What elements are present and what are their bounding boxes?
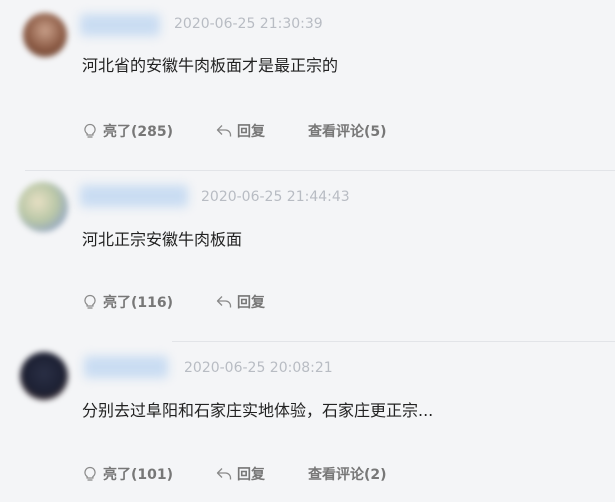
comment-text: 分别去过阜阳和石家庄实地体验，石家庄更正宗... bbox=[82, 401, 434, 420]
reply-arrow-icon bbox=[216, 468, 232, 480]
reply-label: 回复 bbox=[237, 467, 265, 483]
reply-arrow-icon bbox=[216, 296, 232, 308]
like-button[interactable]: 亮了(101) bbox=[81, 464, 173, 484]
reply-button[interactable]: 回复 bbox=[215, 121, 265, 141]
comment-item: 2020-06-25 20:08:21 分别去过阜阳和石家庄实地体验，石家庄更正… bbox=[0, 342, 615, 502]
view-replies-link[interactable]: 查看评论(5) bbox=[308, 121, 387, 141]
comment-time: 2020-06-25 21:44:43 bbox=[201, 189, 350, 205]
lightbulb-icon bbox=[84, 294, 96, 309]
comment-text: 河北省的安徽牛肉板面才是最正宗的 bbox=[82, 56, 339, 75]
view-replies-link[interactable]: 查看评论(2) bbox=[308, 464, 387, 484]
view-replies-label: 查看评论(5) bbox=[308, 124, 387, 140]
reply-button[interactable]: 回复 bbox=[215, 464, 265, 484]
view-replies-label: 查看评论(2) bbox=[308, 467, 387, 483]
avatar[interactable] bbox=[18, 182, 68, 232]
like-button[interactable]: 亮了(116) bbox=[81, 292, 173, 312]
like-count: 亮了(116) bbox=[103, 295, 174, 311]
like-count: 亮了(101) bbox=[103, 467, 174, 483]
reply-arrow-icon bbox=[216, 125, 232, 137]
avatar[interactable] bbox=[20, 352, 68, 400]
username[interactable] bbox=[84, 356, 168, 378]
lightbulb-icon bbox=[84, 466, 96, 481]
lightbulb-icon bbox=[84, 123, 96, 138]
like-button[interactable]: 亮了(285) bbox=[81, 121, 173, 141]
reply-label: 回复 bbox=[237, 124, 265, 140]
username[interactable] bbox=[80, 185, 188, 207]
reply-label: 回复 bbox=[237, 295, 265, 311]
like-count: 亮了(285) bbox=[103, 124, 174, 140]
comment-text: 河北正宗安徽牛肉板面 bbox=[82, 230, 243, 249]
comment-item: 2020-06-25 21:44:43 河北正宗安徽牛肉板面 亮了(116) 回… bbox=[0, 171, 615, 341]
comment-item: 2020-06-25 21:30:39 河北省的安徽牛肉板面才是最正宗的 亮了(… bbox=[0, 0, 615, 170]
username[interactable] bbox=[80, 14, 160, 36]
comment-time: 2020-06-25 20:08:21 bbox=[184, 360, 333, 376]
reply-button[interactable]: 回复 bbox=[215, 292, 265, 312]
comment-time: 2020-06-25 21:30:39 bbox=[174, 16, 323, 32]
avatar[interactable] bbox=[23, 13, 67, 57]
